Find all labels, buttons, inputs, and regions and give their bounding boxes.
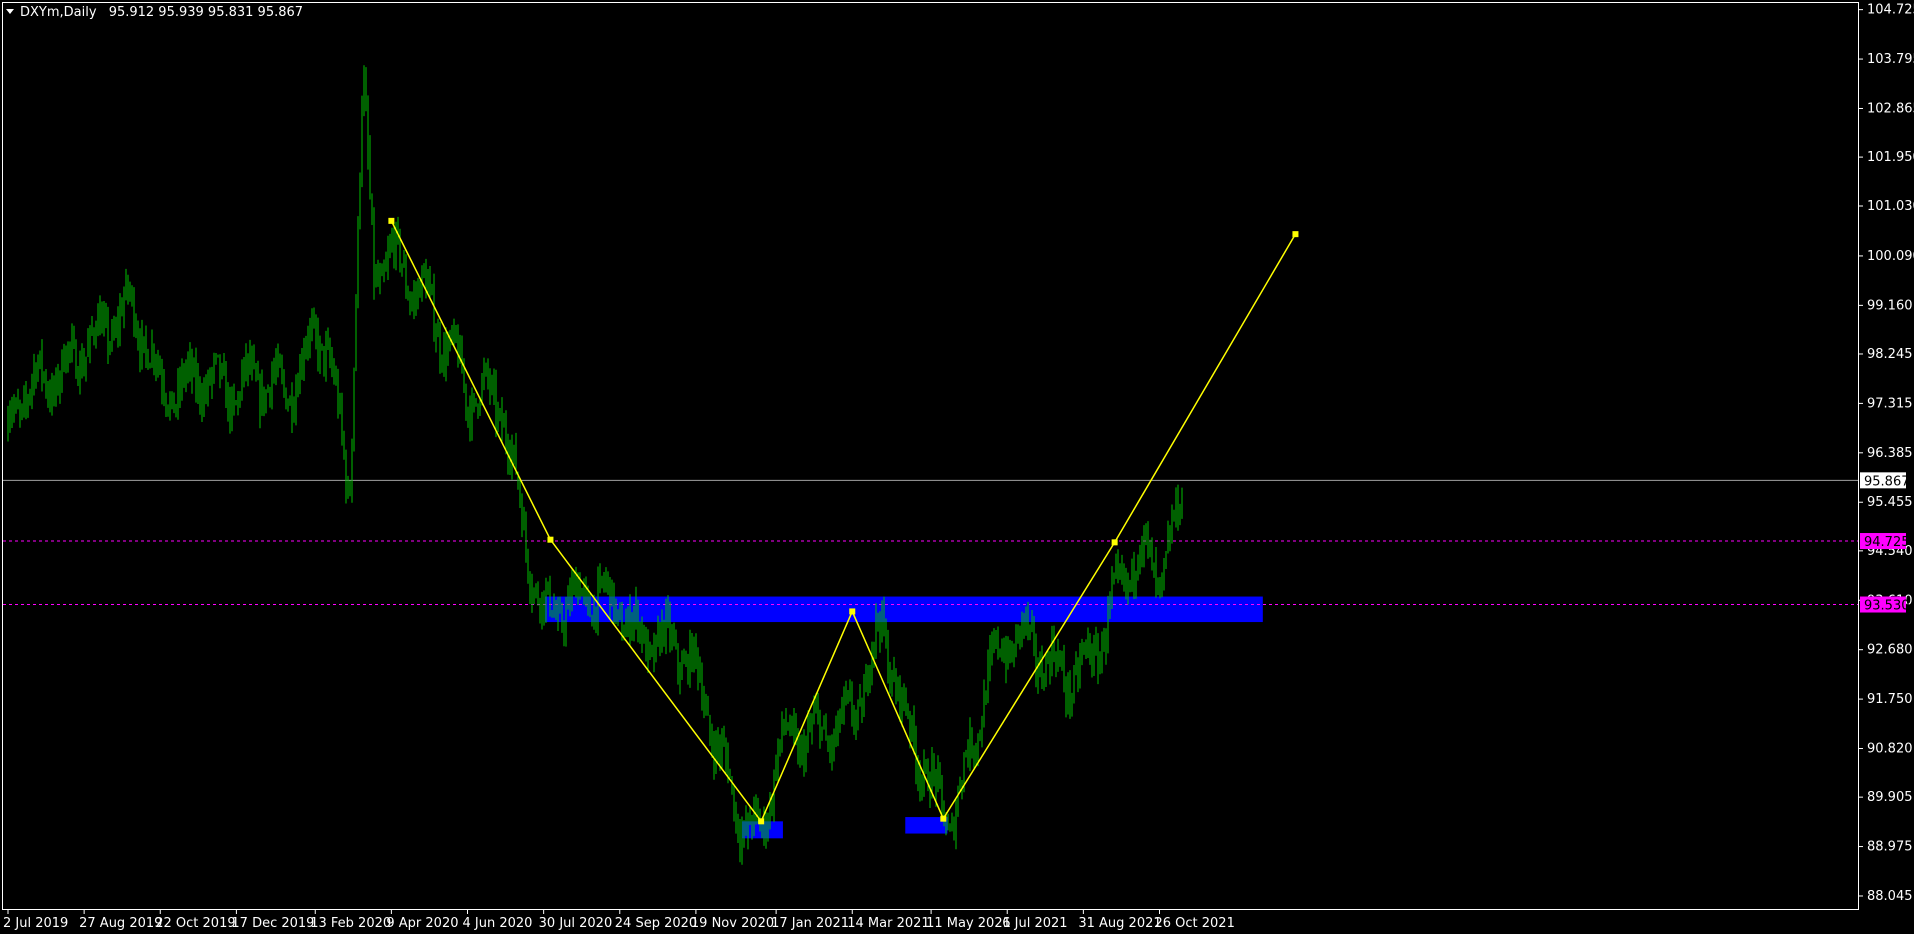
y-tick-label: 96.385 — [1867, 446, 1913, 461]
symbol-label: DXYm,Daily — [20, 5, 97, 20]
x-tick-label: 26 Oct 2021 — [1154, 916, 1234, 931]
y-tick-label: 89.905 — [1867, 790, 1913, 805]
x-tick-label: 24 Sep 2020 — [615, 916, 697, 931]
y-tick-label: 97.315 — [1867, 396, 1913, 411]
y-tick-label: 91.750 — [1867, 692, 1913, 707]
x-tick-label: 9 Apr 2020 — [386, 916, 458, 931]
x-tick-label: 31 Aug 2021 — [1078, 916, 1161, 931]
pattern-handle-5[interactable] — [1111, 539, 1118, 546]
pattern-handle-0[interactable] — [388, 217, 395, 224]
y-tick-label: 98.245 — [1867, 347, 1913, 362]
x-tick-label: 17 Dec 2019 — [231, 916, 314, 931]
x-tick-label: 19 Nov 2020 — [691, 916, 774, 931]
price-chart[interactable]: 104.725 103.795 102.865 101.950 101.030 100.0… — [0, 0, 1914, 934]
pattern-handle-4[interactable] — [940, 815, 947, 822]
ohlc-values: 95.912 95.939 95.831 95.867 — [109, 5, 303, 20]
x-tick-label: 30 Jul 2020 — [539, 916, 613, 931]
pattern-handle-6[interactable] — [1292, 231, 1299, 238]
level-tag-0: 94.725 — [1864, 535, 1910, 550]
y-tick-label: 104.725 — [1867, 3, 1914, 18]
y-tick-label: 88.045 — [1867, 889, 1913, 904]
x-tick-label: 14 Mar 2021 — [847, 916, 929, 931]
chart-background — [0, 0, 1914, 934]
pattern-handle-1[interactable] — [547, 536, 554, 543]
x-tick-label: 2 Jul 2019 — [3, 916, 68, 931]
y-tick-label: 100.090 — [1867, 249, 1914, 264]
y-tick-label: 88.975 — [1867, 840, 1913, 855]
x-tick-label: 22 Oct 2019 — [155, 916, 235, 931]
x-tick-label: 4 Jun 2020 — [463, 916, 533, 931]
pattern-handle-2[interactable] — [758, 818, 765, 825]
current-price-tag: 95.867 — [1864, 474, 1910, 489]
x-tick-label: 6 Jul 2021 — [1002, 916, 1067, 931]
x-tick-label: 17 Jan 2021 — [771, 916, 849, 931]
svg-text:DXYm,Daily 95.912 95.939: DXYm,Daily 95.912 95.939 95.831 95.867 — [20, 5, 303, 20]
y-tick-label: 99.160 — [1867, 298, 1913, 313]
x-tick-label: 13 Feb 2020 — [310, 916, 391, 931]
y-tick-label: 101.030 — [1867, 199, 1914, 214]
y-tick-label: 95.455 — [1867, 495, 1913, 510]
y-tick-label: 90.820 — [1867, 742, 1913, 757]
y-tick-label: 102.865 — [1867, 101, 1914, 116]
level-tag-1: 93.530 — [1864, 599, 1910, 614]
y-tick-label: 101.950 — [1867, 150, 1914, 165]
zone-rect-0[interactable] — [545, 596, 1263, 623]
x-tick-label: 11 May 2021 — [926, 916, 1011, 931]
pattern-handle-3[interactable] — [849, 608, 856, 615]
y-tick-label: 92.680 — [1867, 643, 1913, 658]
chart-header: DXYm,Daily 95.912 95.939 95.831 95.867 — [6, 5, 303, 20]
x-tick-label: 27 Aug 2019 — [79, 916, 162, 931]
y-tick-label: 103.795 — [1867, 52, 1914, 67]
